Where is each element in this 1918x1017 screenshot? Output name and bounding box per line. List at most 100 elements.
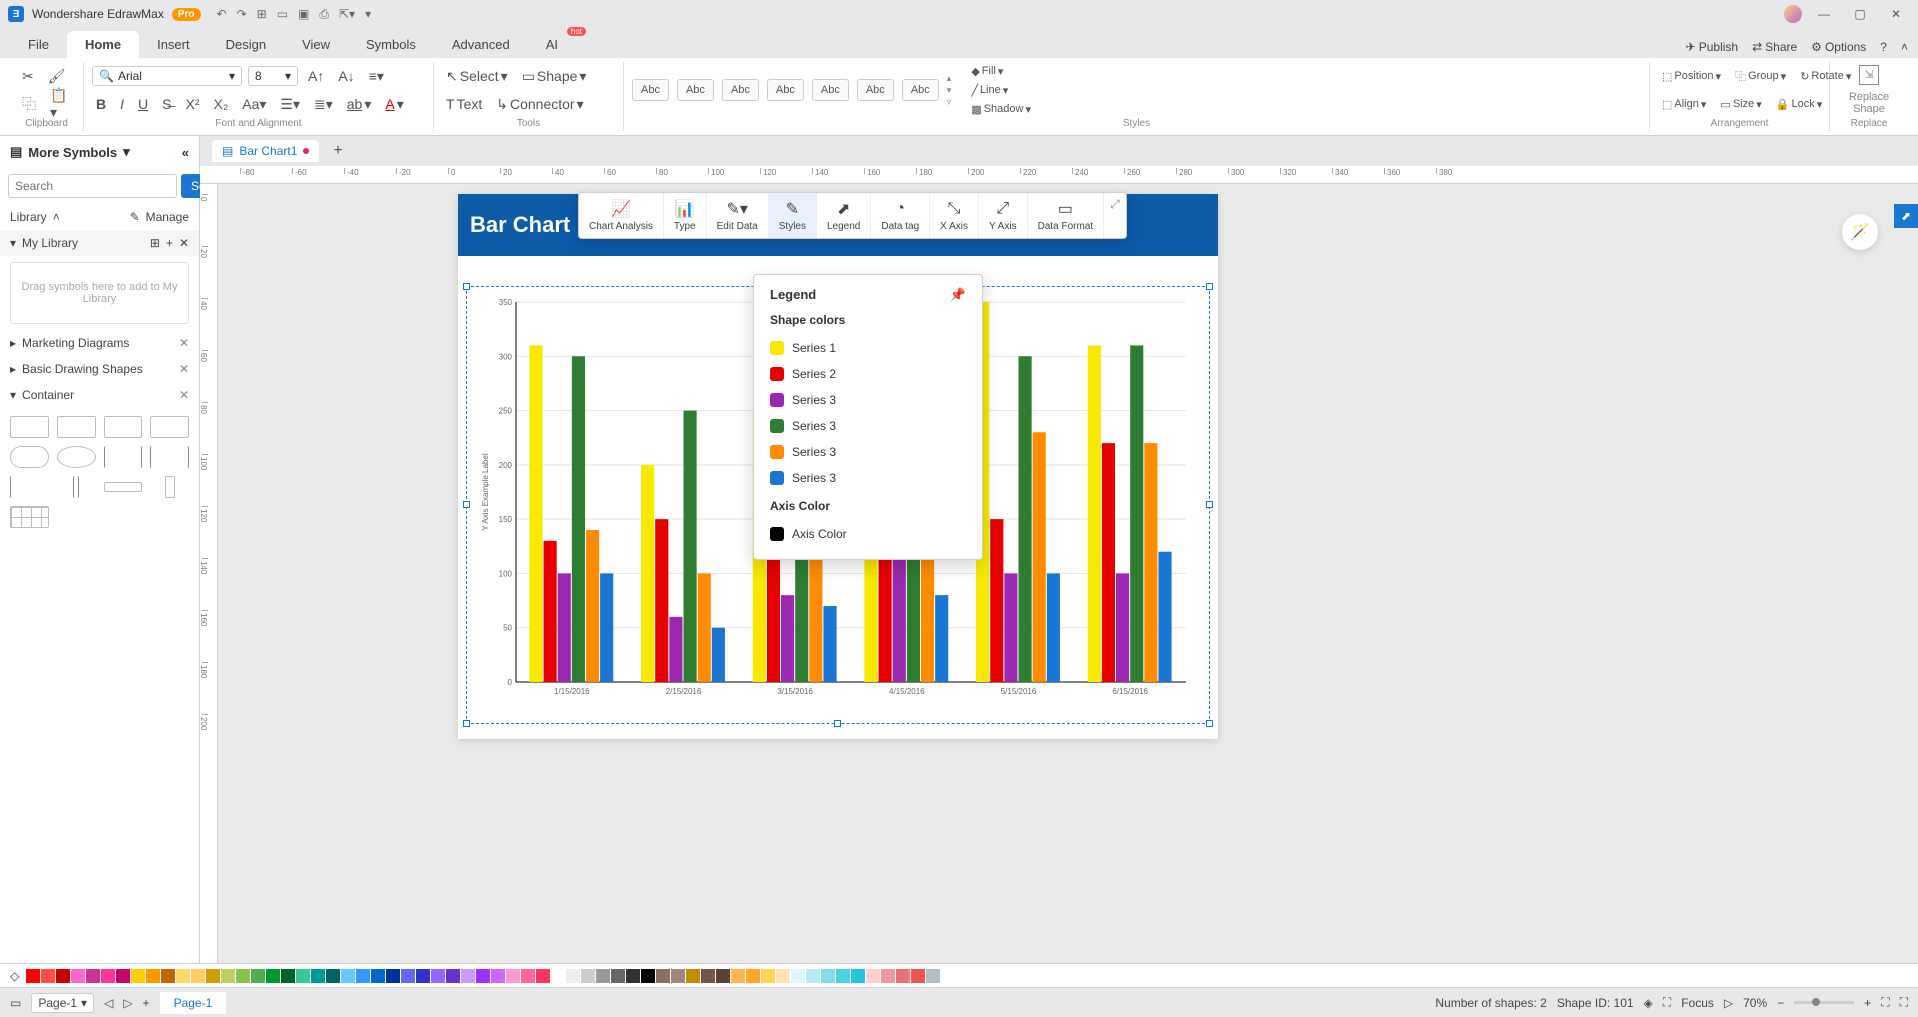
legend-color-row[interactable]: Series 3 (770, 387, 966, 413)
color-swatch[interactable] (581, 969, 595, 983)
collapse-ribbon-icon[interactable]: ˄ (1901, 40, 1908, 54)
menu-advanced[interactable]: Advanced (434, 31, 528, 58)
color-swatch[interactable] (521, 969, 535, 983)
font-name-select[interactable]: 🔍 Arial▾ (92, 66, 242, 86)
color-swatch[interactable] (686, 969, 700, 983)
shape-tool[interactable]: ▭ Shape ▾ (518, 66, 591, 87)
color-swatch[interactable] (671, 969, 685, 983)
color-swatch[interactable] (596, 969, 610, 983)
style-down-icon[interactable]: ▾ (947, 85, 952, 96)
tb-chart-analysis[interactable]: 📈Chart Analysis (579, 193, 664, 238)
page-select[interactable]: Page-1 ▾ (31, 993, 94, 1013)
my-library-section[interactable]: My Library (22, 236, 78, 250)
zoom-in-icon[interactable]: + (1864, 996, 1871, 1010)
help-icon[interactable]: ? (1880, 40, 1887, 54)
search-input[interactable] (8, 174, 177, 198)
redo-icon[interactable]: ↷ (237, 7, 247, 22)
qat-more-icon[interactable]: ▾ (365, 7, 371, 22)
color-swatch[interactable] (566, 969, 580, 983)
color-swatch[interactable] (311, 969, 325, 983)
new-tab-button[interactable]: + (327, 142, 348, 160)
color-swatch[interactable] (176, 969, 190, 983)
shape-swatch[interactable] (57, 446, 96, 468)
legend-color-row[interactable]: Series 3 (770, 413, 966, 439)
focus-mode-icon[interactable]: ⛶ (1663, 995, 1671, 1010)
presentation-icon[interactable]: ▷ (1724, 996, 1733, 1010)
color-swatch[interactable] (761, 969, 775, 983)
library-drop-zone[interactable]: Drag symbols here to add to My Library (10, 262, 189, 324)
color-swatch[interactable] (101, 969, 115, 983)
increase-font-icon[interactable]: A↑ (304, 66, 328, 86)
color-swatch[interactable] (356, 969, 370, 983)
color-swatch[interactable] (551, 969, 565, 983)
decrease-font-icon[interactable]: A↓ (334, 66, 358, 86)
case-icon[interactable]: Aa▾ (238, 94, 270, 115)
shape-swatch[interactable] (10, 476, 49, 498)
text-tool[interactable]: T Text (442, 94, 486, 114)
tb-y-axis[interactable]: ⤢Y Axis (979, 193, 1028, 238)
menu-home[interactable]: Home (67, 31, 139, 58)
color-swatch[interactable] (116, 969, 130, 983)
color-swatch[interactable] (71, 969, 85, 983)
color-swatch[interactable] (821, 969, 835, 983)
color-swatch[interactable] (251, 969, 265, 983)
color-swatch[interactable] (206, 969, 220, 983)
resize-handle[interactable] (1206, 720, 1213, 727)
tb-x-axis[interactable]: ⤡X Axis (930, 193, 979, 238)
share-button[interactable]: ⇄ Share (1752, 40, 1797, 54)
legend-color-row[interactable]: Series 3 (770, 465, 966, 491)
font-color-icon[interactable]: A▾ (381, 94, 407, 115)
document-tab[interactable]: ▤ Bar Chart1 (212, 140, 319, 162)
close-section-icon[interactable]: ✕ (179, 362, 189, 376)
style-preset[interactable]: Abc (812, 79, 849, 101)
close-section-icon[interactable]: ✕ (179, 336, 189, 350)
color-swatch[interactable] (701, 969, 715, 983)
shape-swatch[interactable] (73, 476, 79, 498)
shape-swatch[interactable] (104, 446, 143, 468)
save-icon[interactable]: ▣ (298, 7, 309, 22)
color-swatch[interactable] (326, 969, 340, 983)
color-swatch[interactable] (416, 969, 430, 983)
size-button[interactable]: ▭ Size▾ (1716, 96, 1765, 113)
color-swatch[interactable] (746, 969, 760, 983)
shape-swatch[interactable] (57, 416, 96, 438)
align-button[interactable]: ⬚ Align▾ (1658, 96, 1710, 113)
tb-edit-data[interactable]: ✎▾Edit Data (707, 193, 769, 238)
menu-file[interactable]: File (10, 31, 67, 58)
format-pane-toggle[interactable]: ⬈ (1894, 204, 1918, 228)
color-swatch[interactable] (431, 969, 445, 983)
focus-label[interactable]: Focus (1681, 996, 1714, 1010)
page-tab[interactable]: Page-1 (160, 992, 227, 1014)
zoom-out-icon[interactable]: − (1777, 996, 1784, 1010)
color-swatch[interactable] (836, 969, 850, 983)
highlight-icon[interactable]: ab▾ (343, 94, 376, 115)
font-size-select[interactable]: 8▾ (248, 66, 298, 86)
open-icon[interactable]: ▭ (277, 7, 288, 22)
close-lib-icon[interactable]: ✕ (179, 236, 189, 250)
menu-insert[interactable]: Insert (139, 31, 208, 58)
fill-button[interactable]: ◆ Fill ▾ (967, 63, 1035, 80)
menu-symbols[interactable]: Symbols (348, 31, 434, 58)
shadow-button[interactable]: ▩ Shadow ▾ (967, 101, 1035, 118)
line-spacing-icon[interactable]: ☰▾ (276, 94, 304, 115)
options-button[interactable]: ⚙ Options (1811, 40, 1866, 54)
color-swatch[interactable] (791, 969, 805, 983)
group-button[interactable]: ⿻ Group▾ (1731, 66, 1790, 86)
color-swatch[interactable] (806, 969, 820, 983)
tb-data-tag[interactable]: ◔Data tag (871, 193, 930, 238)
undo-icon[interactable]: ↶ (217, 7, 227, 22)
color-swatch[interactable] (641, 969, 655, 983)
align-icon[interactable]: ≡▾ (365, 66, 388, 87)
resize-handle[interactable] (463, 720, 470, 727)
strike-icon[interactable]: S̶ (158, 94, 175, 114)
color-swatch[interactable] (26, 969, 40, 983)
color-swatch[interactable] (41, 969, 55, 983)
shape-swatch[interactable] (104, 416, 143, 438)
add-lib-icon[interactable]: ⊞ (150, 236, 160, 250)
color-swatch[interactable] (911, 969, 925, 983)
tb-legend[interactable]: ⬈Legend (817, 193, 871, 238)
menu-design[interactable]: Design (208, 31, 284, 58)
fullscreen-icon[interactable]: ⛶ (1900, 995, 1908, 1010)
color-swatch[interactable] (191, 969, 205, 983)
fit-page-icon[interactable]: ⛶ (1881, 995, 1889, 1010)
